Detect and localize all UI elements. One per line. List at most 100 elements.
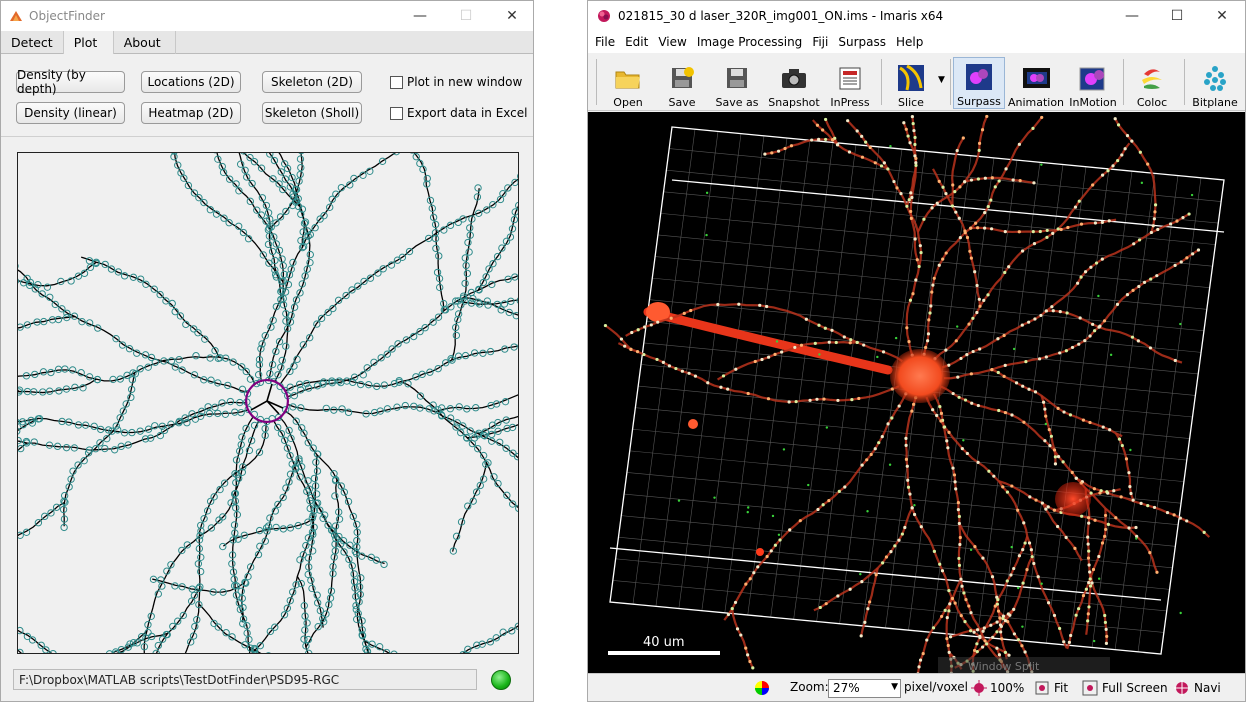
punctum — [959, 614, 963, 618]
punctum — [746, 391, 750, 396]
full-screen-button[interactable]: Full Screen — [1082, 680, 1168, 696]
punctum — [1028, 495, 1032, 499]
punctum — [1156, 227, 1160, 232]
punctum — [860, 463, 864, 467]
tab-about[interactable]: About — [114, 31, 176, 54]
animation-button[interactable]: Animation — [1008, 57, 1064, 109]
slice-dropdown-arrow-icon[interactable]: ▼ — [938, 75, 945, 85]
path-field[interactable]: F:\Dropbox\MATLAB scripts\TestDotFinder\… — [13, 669, 477, 690]
menu-edit[interactable]: Edit — [620, 35, 653, 49]
save-as-button[interactable]: Save as — [712, 57, 762, 109]
punctum — [1081, 593, 1086, 598]
punctum — [974, 221, 978, 225]
punctum — [1083, 270, 1088, 274]
zoom-100-button[interactable]: 100% — [971, 680, 1024, 696]
punctum — [1107, 219, 1111, 223]
plot-new-window-checkbox[interactable]: Plot in new window — [390, 75, 522, 89]
color-wheel-icon[interactable] — [754, 680, 770, 696]
navi-button[interactable]: Navi — [1174, 680, 1221, 696]
coloc-button[interactable]: Coloc — [1130, 57, 1174, 109]
density-linear-button[interactable]: Density (linear) — [16, 102, 125, 124]
imaris-titlebar: 021815_30 d laser_320R_img001_ON.ims - I… — [588, 1, 1245, 31]
punctum — [726, 387, 730, 391]
close-button[interactable]: ✕ — [1199, 1, 1245, 31]
punctum — [937, 263, 941, 267]
punctum — [911, 122, 915, 126]
inmotion-button[interactable]: InMotion — [1068, 57, 1118, 109]
skeleton-sholl-button[interactable]: Skeleton (Sholl) — [262, 102, 362, 124]
snapshot-button[interactable]: Snapshot — [768, 57, 820, 109]
punctum — [1031, 126, 1035, 130]
punctum — [874, 573, 878, 577]
3d-viewer[interactable]: 40 um Window Split — [588, 112, 1245, 673]
punctum — [1073, 205, 1078, 209]
imaris-window: 021815_30 d laser_320R_img001_ON.ims - I… — [587, 0, 1246, 702]
checkbox-box[interactable] — [390, 106, 403, 120]
dendrite — [813, 507, 914, 612]
punctum — [918, 658, 923, 662]
tab-detect[interactable]: Detect — [1, 31, 64, 54]
punctum — [824, 602, 828, 606]
menu-fiji[interactable]: Fiji — [807, 35, 833, 49]
export-excel-checkbox[interactable]: Export data in Excel — [390, 106, 527, 120]
minimize-button[interactable]: — — [1109, 1, 1155, 31]
punctum — [997, 653, 1002, 657]
slice-icon — [898, 64, 924, 91]
checkbox-box[interactable] — [390, 75, 403, 89]
menu-image-processing[interactable]: Image Processing — [692, 35, 807, 49]
punctum — [995, 620, 999, 624]
punctum — [773, 352, 777, 356]
disk-icon — [672, 67, 694, 88]
maximize-button[interactable]: ☐ — [1154, 1, 1200, 31]
locations-2d-button[interactable]: Locations (2D) — [141, 71, 241, 93]
heatmap-2d-button[interactable]: Heatmap (2D) — [141, 102, 241, 124]
punctum — [924, 345, 928, 350]
punctum — [1037, 357, 1042, 361]
punctum — [1021, 384, 1025, 388]
punctum — [1173, 263, 1177, 267]
close-button[interactable]: ✕ — [489, 1, 533, 31]
punctum — [930, 290, 934, 294]
open-button[interactable]: Open — [606, 57, 650, 109]
punctum — [1091, 183, 1095, 187]
punctum — [989, 227, 994, 231]
fit-button[interactable]: Fit — [1034, 680, 1068, 696]
save-as-label: Save as — [715, 96, 759, 109]
save-button[interactable]: Save — [660, 57, 704, 109]
punctum — [881, 561, 885, 565]
punctum — [1053, 455, 1057, 459]
synapse-marker — [221, 410, 230, 418]
tab-plot[interactable]: Plot — [63, 31, 114, 54]
punctum — [1049, 434, 1053, 438]
menu-surpass[interactable]: Surpass — [833, 35, 891, 49]
punctum — [1003, 363, 1007, 367]
menu-view[interactable]: View — [653, 35, 691, 49]
punctum — [910, 115, 914, 119]
green-punctum — [705, 191, 709, 195]
punctum — [927, 318, 931, 322]
punctum — [956, 501, 960, 505]
skeleton-2d-button[interactable]: Skeleton (2D) — [262, 71, 362, 93]
surpass-button[interactable]: Surpass — [953, 57, 1005, 109]
menu-help[interactable]: Help — [891, 35, 928, 49]
inpress-button[interactable]: InPress — [828, 57, 872, 109]
punctum — [751, 666, 755, 670]
zoom-label: Zoom: — [790, 680, 829, 694]
punctum — [1046, 505, 1050, 509]
slice-button[interactable]: Slice — [888, 57, 934, 109]
punctum — [1146, 162, 1150, 166]
density-depth-button[interactable]: Density (by depth) — [16, 68, 125, 96]
punctum — [848, 341, 852, 345]
punctum — [1051, 309, 1055, 313]
zoom-select[interactable]: 27% ▼ — [828, 679, 901, 698]
green-punctum — [1097, 294, 1100, 298]
punctum — [726, 612, 731, 617]
maximize-button[interactable]: ☐ — [443, 1, 489, 31]
menu-file[interactable]: File — [590, 35, 620, 49]
minimize-button[interactable]: — — [397, 1, 443, 31]
punctum — [957, 563, 962, 568]
punctum — [822, 397, 826, 401]
punctum — [906, 485, 911, 489]
bitplane-button[interactable]: Bitplane — [1190, 57, 1240, 109]
color-wheel-icon[interactable] — [754, 680, 770, 696]
